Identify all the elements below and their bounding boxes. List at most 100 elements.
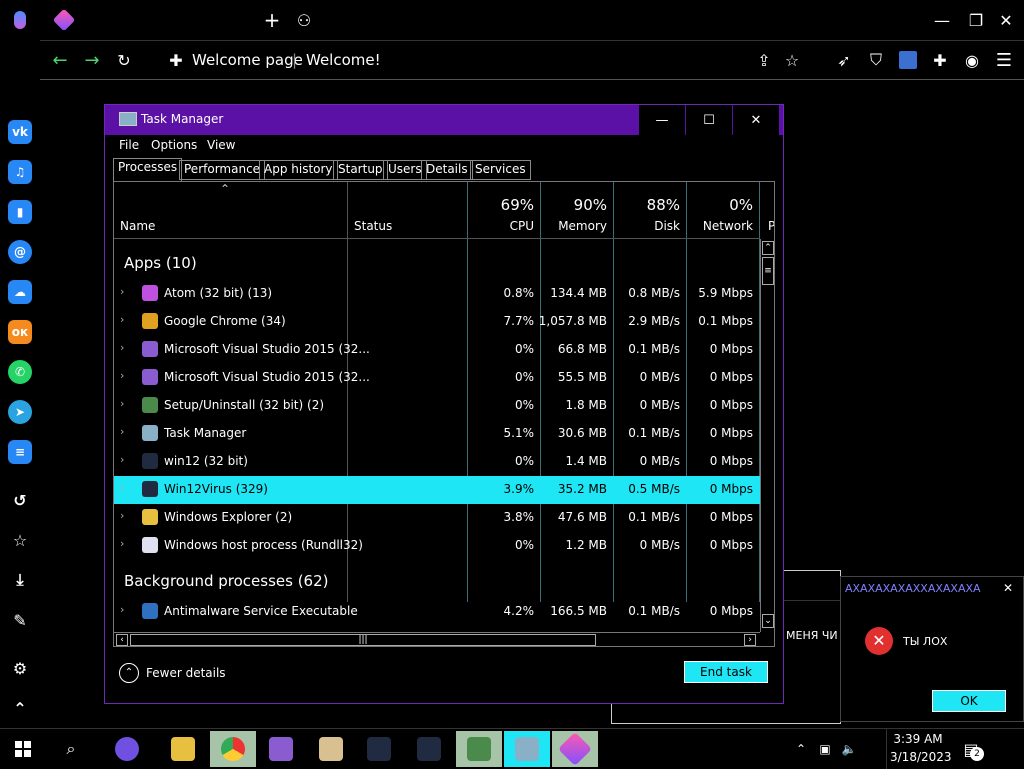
- table-row[interactable]: › win12 (32 bit) 0% 1.4 MB 0 MB/s 0 Mbps: [114, 448, 760, 476]
- start-button[interactable]: [0, 731, 46, 767]
- whatsapp-icon[interactable]: ✆: [8, 360, 32, 384]
- downloads-icon[interactable]: ⤓: [8, 568, 32, 592]
- chevron-right-icon[interactable]: ›: [120, 481, 124, 494]
- taskbar-visual-studio[interactable]: [258, 731, 304, 767]
- rocket-icon[interactable]: ➶: [832, 48, 856, 72]
- end-task-button[interactable]: End task: [684, 661, 768, 683]
- chevron-right-icon[interactable]: ›: [120, 285, 124, 298]
- scroll-thumb[interactable]: ≡: [762, 257, 774, 285]
- fewer-details-link[interactable]: Fewer details: [146, 666, 226, 680]
- chevron-up-icon[interactable]: ⌃: [8, 696, 32, 720]
- history-icon[interactable]: ↺: [8, 488, 32, 512]
- chevron-right-icon[interactable]: ›: [120, 509, 124, 522]
- chevron-up-circle-icon[interactable]: ⌃: [119, 663, 139, 683]
- shield-icon[interactable]: ⛉: [864, 48, 888, 72]
- clock-date[interactable]: 3/18/2023: [890, 750, 952, 764]
- scroll-right-icon[interactable]: ›: [744, 634, 756, 646]
- list-icon[interactable]: ≡: [8, 440, 32, 464]
- chevron-right-icon[interactable]: ›: [120, 341, 124, 354]
- table-row[interactable]: › Microsoft Visual Studio 2015 (32... 0% 55…: [114, 364, 760, 392]
- menu-options[interactable]: Options: [151, 138, 197, 152]
- table-row[interactable]: › Windows host process (Rundll32) 0% 1.2 MB…: [114, 532, 760, 560]
- scroll-up-icon[interactable]: ⌃: [762, 241, 774, 255]
- chevron-right-icon[interactable]: ›: [120, 603, 124, 616]
- close-icon[interactable]: ✕: [994, 8, 1018, 32]
- taskbar-app-window[interactable]: [308, 731, 354, 767]
- share-icon[interactable]: ⇪: [752, 48, 776, 72]
- extensions-icon[interactable]: ✚: [928, 48, 952, 72]
- table-row[interactable]: › Atom (32 bit) (13) 0.8% 134.4 MB 0.8 MB/s 5…: [114, 280, 760, 308]
- favorites-star-icon[interactable]: ☆: [8, 528, 32, 552]
- message-box-title[interactable]: АХАХАХАХАХХАХАХАХА: [845, 582, 981, 595]
- table-row[interactable]: › Windows Explorer (2) 3.8% 47.6 MB 0.1 MB/s…: [114, 504, 760, 532]
- chevron-right-icon[interactable]: ›: [120, 453, 124, 466]
- chevron-right-icon[interactable]: ›: [120, 425, 124, 438]
- tab-details[interactable]: Details: [421, 160, 473, 180]
- menu-file[interactable]: File: [119, 138, 139, 152]
- taskbar-win12[interactable]: [356, 731, 402, 767]
- tab-title[interactable]: Welcome page: [192, 51, 303, 69]
- table-row[interactable]: › Win12Virus (329) 3.9% 35.2 MB 0.5 MB/s 0 Mb…: [114, 476, 760, 504]
- maximize-button[interactable]: ☐: [686, 105, 732, 135]
- back-icon[interactable]: ←: [48, 48, 72, 72]
- page-title[interactable]: Welcome!: [306, 51, 381, 69]
- search-icon[interactable]: ⌕: [48, 731, 94, 767]
- minimize-icon[interactable]: —: [930, 8, 954, 32]
- scroll-down-icon[interactable]: ⌄: [762, 614, 774, 628]
- sort-ascending-icon[interactable]: ⌃: [220, 182, 230, 196]
- column-header-network-pct[interactable]: 0%: [693, 196, 753, 214]
- menu-icon[interactable]: ☰: [992, 48, 1016, 72]
- vk-icon[interactable]: vk: [8, 120, 32, 144]
- new-tab-icon[interactable]: +: [260, 8, 284, 32]
- taskbar-task-manager[interactable]: [504, 731, 550, 767]
- ok-button[interactable]: OK: [932, 690, 1006, 712]
- table-row[interactable]: › Task Manager 5.1% 30.6 MB 0.1 MB/s 0 Mbps: [114, 420, 760, 448]
- column-header-cpu-pct[interactable]: 69%: [474, 196, 534, 214]
- tab-services[interactable]: Services: [470, 160, 531, 180]
- cortana-mic-icon[interactable]: [104, 731, 150, 767]
- spaces-icon[interactable]: ⚇: [292, 8, 316, 32]
- bookmark-star-icon[interactable]: ☆: [780, 48, 804, 72]
- taskbar-chrome[interactable]: [210, 731, 256, 767]
- chevron-right-icon[interactable]: ›: [120, 369, 124, 382]
- cloud-icon[interactable]: ☁: [8, 280, 32, 304]
- telegram-icon[interactable]: ➤: [8, 400, 32, 424]
- menu-view[interactable]: View: [207, 138, 235, 152]
- column-header-disk[interactable]: Disk: [620, 219, 680, 233]
- network-icon[interactable]: ▣: [814, 731, 836, 767]
- translate-icon[interactable]: [896, 48, 920, 72]
- taskbar-win12virus[interactable]: [406, 731, 452, 767]
- stats-icon[interactable]: ▮: [8, 200, 32, 224]
- table-row[interactable]: › Setup/Uninstall (32 bit) (2) 0% 1.8 MB 0 M…: [114, 392, 760, 420]
- taskbar-explorer[interactable]: [160, 731, 206, 767]
- table-row[interactable]: › Google Chrome (34) 7.7% 1,057.8 MB 2.9 MB/…: [114, 308, 760, 336]
- restore-icon[interactable]: ❐: [964, 8, 988, 32]
- music-icon[interactable]: ♫: [8, 160, 32, 184]
- scroll-left-icon[interactable]: ‹: [116, 634, 128, 646]
- forward-icon[interactable]: →: [80, 48, 104, 72]
- tab-app-history[interactable]: App history: [259, 160, 338, 180]
- account-icon[interactable]: ◉: [960, 48, 984, 72]
- chevron-right-icon[interactable]: ›: [120, 397, 124, 410]
- column-header-status[interactable]: Status: [354, 219, 392, 233]
- odnoklassniki-icon[interactable]: ок: [8, 320, 32, 344]
- taskbar-atom[interactable]: [552, 731, 598, 767]
- horizontal-scroll-thumb[interactable]: |||: [130, 634, 596, 646]
- tab-performance[interactable]: Performance: [179, 160, 266, 180]
- column-header-memory[interactable]: Memory: [547, 219, 607, 233]
- task-manager-titlebar[interactable]: Task Manager — ☐ ✕: [105, 105, 783, 135]
- tab-processes[interactable]: Processes: [113, 158, 183, 181]
- table-row[interactable]: › Antimalware Service Executable 4.2% 166.5…: [114, 598, 760, 626]
- column-header-memory-pct[interactable]: 90%: [547, 196, 607, 214]
- chevron-right-icon[interactable]: ›: [120, 313, 124, 326]
- column-header-disk-pct[interactable]: 88%: [620, 196, 680, 214]
- column-header-power-partial[interactable]: P: [768, 219, 774, 233]
- column-header-cpu[interactable]: CPU: [474, 219, 534, 233]
- minimize-button[interactable]: —: [639, 105, 685, 135]
- brush-icon[interactable]: ✎: [8, 608, 32, 632]
- mail-icon[interactable]: @: [8, 240, 32, 264]
- clock-time[interactable]: 3:39 AM: [890, 732, 946, 746]
- table-row[interactable]: › Microsoft Visual Studio 2015 (32... 0% 66…: [114, 336, 760, 364]
- column-header-network[interactable]: Network: [693, 219, 753, 233]
- column-header-name[interactable]: Name: [120, 219, 155, 233]
